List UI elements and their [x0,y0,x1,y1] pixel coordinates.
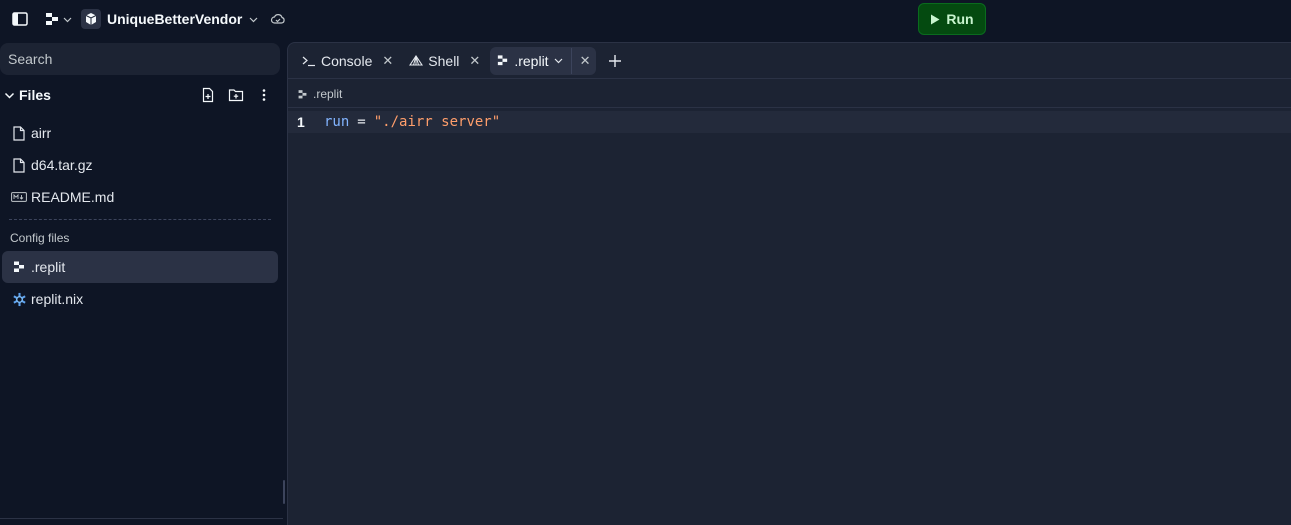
sidebar-toggle-icon[interactable] [10,9,30,29]
tab-bar: Console ✕ Shell ✕ .replit ✕ [288,43,1291,79]
tab-replit[interactable]: .replit ✕ [490,46,597,75]
top-bar: UniqueBetterVendor Run [0,0,1291,38]
sidebar-resize-handle[interactable] [283,480,285,504]
repl-name[interactable]: UniqueBetterVendor [107,11,242,27]
tab-label: Shell [428,52,460,69]
shell-icon [409,54,424,67]
file-name: .replit [31,259,66,275]
close-icon[interactable]: ✕ [469,53,480,69]
files-header[interactable]: Files [0,82,280,108]
chevron-down-icon[interactable] [62,9,72,29]
sidebar-bottom-border [0,518,283,519]
cloud-sync-icon[interactable] [268,9,288,29]
tab-console[interactable]: Console ✕ [296,47,399,75]
replit-icon [11,259,27,275]
file-item-replit-config[interactable]: .replit [2,251,278,283]
file-name: replit.nix [31,291,84,307]
run-button[interactable]: Run [918,3,986,35]
chevron-down-icon[interactable] [4,90,15,101]
replit-icon [297,89,308,100]
run-label: Run [946,11,974,27]
tab-label: .replit [514,52,549,69]
file-name: airr [31,125,52,141]
new-tab-icon[interactable] [608,54,622,68]
close-icon[interactable]: ✕ [580,53,591,69]
file-name: README.md [31,189,115,205]
replit-logo-icon[interactable] [42,9,62,29]
nix-icon [11,291,27,307]
divider [9,219,271,220]
code-operator: = [357,114,366,130]
files-title: Files [19,87,51,103]
tab-label: Console [321,52,373,69]
breadcrumb-label[interactable]: .replit [313,87,342,101]
code-string: "./airr server" [373,114,501,130]
chevron-down-icon[interactable] [554,56,563,65]
repl-avatar-icon[interactable] [81,9,101,29]
new-file-icon[interactable] [200,87,216,103]
close-icon[interactable]: ✕ [382,53,393,69]
file-icon [11,157,27,173]
chevron-down-icon[interactable] [246,9,260,29]
breadcrumb: .replit [297,87,342,101]
config-files-label: Config files [10,231,70,245]
editor-pane: Console ✕ Shell ✕ .replit ✕ .replit 1 ru… [287,42,1291,525]
breadcrumb-divider [288,107,1291,108]
code-line[interactable]: 1 run = "./airr server" [288,111,1291,133]
markdown-icon [11,189,27,205]
file-sidebar: Files airr d64.tar.gz README.md [0,38,283,525]
top-bar-left: UniqueBetterVendor [0,0,288,38]
file-item-readme[interactable]: README.md [2,181,278,213]
more-options-icon[interactable] [256,87,272,103]
file-item-replit-nix[interactable]: replit.nix [2,283,278,315]
terminal-icon [302,55,316,67]
code-key: run [324,114,350,130]
files-header-actions [200,82,272,108]
search-input[interactable] [0,43,280,75]
replit-icon [496,54,509,67]
file-icon [11,125,27,141]
file-item-d64-tar-gz[interactable]: d64.tar.gz [2,149,278,181]
file-item-airr[interactable]: airr [2,117,278,149]
tab-shell[interactable]: Shell ✕ [403,47,486,75]
line-number: 1 [297,114,305,130]
new-folder-icon[interactable] [228,87,244,103]
code-editor[interactable]: 1 run = "./airr server" [288,110,1291,525]
tab-separator [570,47,572,74]
file-name: d64.tar.gz [31,157,93,173]
play-icon [930,14,940,25]
